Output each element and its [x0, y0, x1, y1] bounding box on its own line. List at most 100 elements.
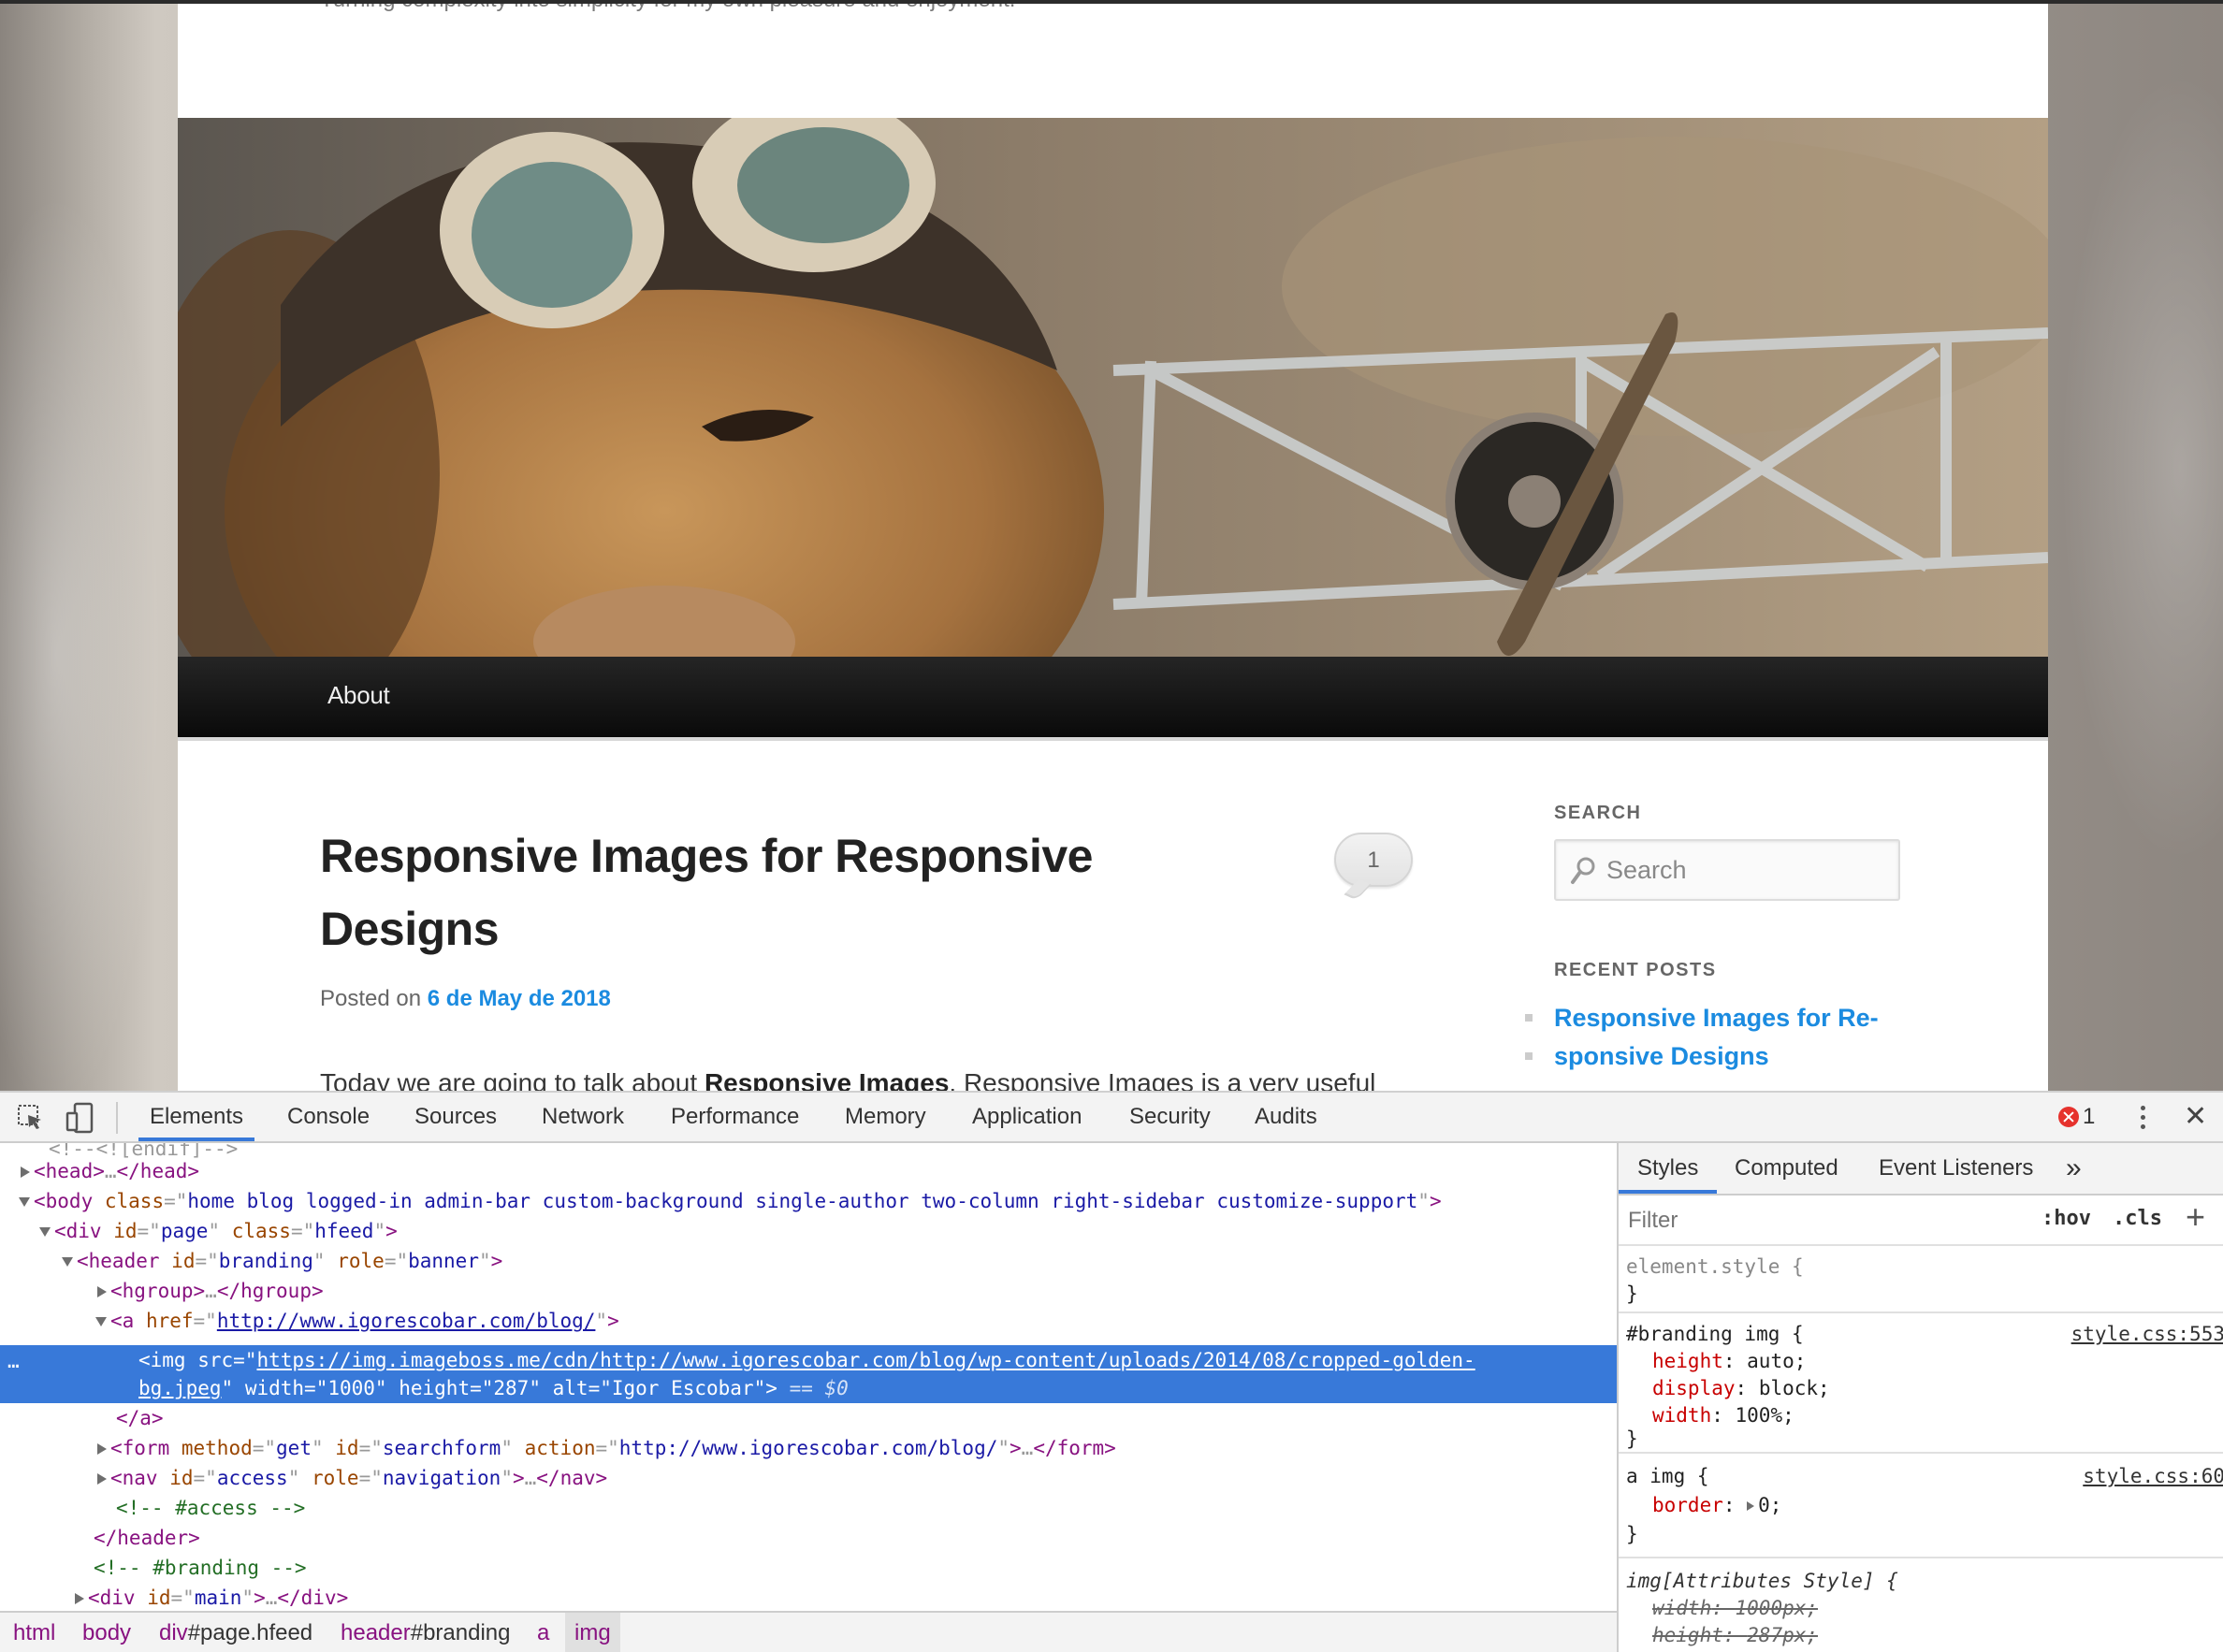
breadcrumb-header[interactable]: header#branding	[341, 1613, 511, 1652]
nav-role-value: navigation	[382, 1467, 501, 1489]
form-method-attr: method	[181, 1437, 253, 1459]
rule1-selector[interactable]: #branding img {	[1626, 1321, 1804, 1348]
collapse-body-icon[interactable]	[19, 1197, 30, 1207]
expand-main-icon[interactable]	[75, 1593, 84, 1604]
posted-on-label: Posted on	[320, 986, 422, 1011]
expand-head-icon[interactable]	[21, 1167, 30, 1178]
a-href-link[interactable]: http://www.igorescobar.com/blog/	[217, 1310, 596, 1332]
rule1-source-link[interactable]: style.css:553	[2071, 1321, 2223, 1348]
dom-node-img-selected[interactable]: … <img src="https://img.imageboss.me/cdn…	[0, 1345, 1617, 1403]
tab-styles[interactable]: Styles	[1619, 1143, 1718, 1194]
tab-memory[interactable]: Memory	[845, 1093, 926, 1141]
tab-security[interactable]: Security	[1129, 1093, 1211, 1141]
collapse-header-icon[interactable]	[62, 1257, 73, 1267]
dom-node-form[interactable]: <form method="get" id="searchform" actio…	[0, 1433, 1617, 1463]
dom-node-header-close[interactable]: </header>	[0, 1523, 1617, 1553]
class-toggle[interactable]: .cls	[2113, 1207, 2162, 1230]
expand-nav-icon[interactable]	[97, 1473, 107, 1485]
nav-close-tag: </nav>	[536, 1467, 608, 1489]
img-width-value: 1000	[327, 1377, 375, 1399]
recent-post-link-continued[interactable]: sponsive Designs	[1525, 1037, 1899, 1076]
rule2-close: }	[1626, 1523, 1638, 1545]
img-src-link-part2[interactable]: bg.jpeg	[138, 1377, 222, 1399]
expand-shorthand-icon[interactable]	[1747, 1501, 1755, 1511]
tab-event-listeners[interactable]: Event Listeners	[1879, 1143, 2033, 1194]
recent-post-link[interactable]: Responsive Images for Re-	[1525, 999, 1899, 1037]
close-devtools-icon[interactable]: ✕	[2184, 1103, 2207, 1131]
selected-node-marker: == $0	[789, 1377, 849, 1399]
tab-network[interactable]: Network	[542, 1093, 624, 1141]
more-options-icon[interactable]	[2133, 1104, 2152, 1132]
collapse-div-icon[interactable]	[39, 1227, 51, 1237]
hgroup-close-tag: </hgroup>	[216, 1280, 324, 1302]
dom-node-div-main[interactable]: <div id="main">…</div>	[0, 1583, 1617, 1611]
dom-node-a[interactable]: <a href="http://www.igorescobar.com/blog…	[0, 1306, 1617, 1336]
rule1-prop-width[interactable]: width: 100%;	[1652, 1402, 1794, 1429]
rule3-prop-width-overridden[interactable]: width: 1000px;	[1652, 1595, 1818, 1622]
expand-hgroup-icon[interactable]	[97, 1286, 107, 1297]
expand-form-icon[interactable]	[97, 1443, 107, 1455]
tab-computed[interactable]: Computed	[1735, 1143, 1838, 1194]
a-href-attr: href	[145, 1310, 194, 1332]
comments-count-bubble[interactable]: 1	[1334, 833, 1413, 887]
access-comment: <!-- #access -->	[116, 1497, 306, 1519]
rule-a-img: a img { style.css:60 border: 0; }	[1619, 1456, 2223, 1558]
dom-node-head[interactable]: <head>…</head>	[0, 1156, 1617, 1186]
dom-node-comment-branding[interactable]: <!-- #branding -->	[0, 1553, 1617, 1583]
dom-node-a-close[interactable]: </a>	[0, 1403, 1617, 1433]
prop-value: 100%;	[1735, 1404, 1794, 1427]
device-toolbar-icon[interactable]	[65, 1102, 95, 1134]
node-actions-icon[interactable]: …	[7, 1347, 20, 1375]
hover-state-toggle[interactable]: :hov	[2041, 1207, 2091, 1230]
tab-elements[interactable]: Elements	[138, 1093, 255, 1141]
inspect-element-icon[interactable]	[17, 1104, 45, 1132]
rule2-prop-border[interactable]: border: 0;	[1652, 1492, 1781, 1519]
main-tag: <div	[88, 1587, 136, 1609]
search-input[interactable]: Search	[1554, 839, 1900, 901]
breadcrumb-html[interactable]: html	[13, 1613, 55, 1652]
div-class-attr: class	[231, 1220, 291, 1242]
error-count[interactable]: 1	[2083, 1104, 2095, 1130]
post-title[interactable]: Responsive Images for Responsive Designs	[320, 819, 1199, 965]
tab-performance[interactable]: Performance	[671, 1093, 799, 1141]
breadcrumb-img[interactable]: img	[565, 1613, 620, 1652]
tab-application[interactable]: Application	[972, 1093, 1082, 1141]
add-rule-icon[interactable]: +	[2186, 1197, 2205, 1237]
dom-node-hgroup[interactable]: <hgroup>…</hgroup>	[0, 1276, 1617, 1306]
dom-node-div-page[interactable]: <div id="page" class="hfeed">	[0, 1216, 1617, 1246]
rule2-selector[interactable]: a img {	[1626, 1463, 1709, 1490]
more-tabs-icon[interactable]: »	[2066, 1143, 2082, 1194]
dom-node-nav[interactable]: <nav id="access" role="navigation">…</na…	[0, 1463, 1617, 1493]
collapse-a-icon[interactable]	[95, 1317, 107, 1326]
site-description: Turning complexity into simplicity for m…	[320, 4, 1015, 13]
nav-item-about[interactable]: About	[327, 681, 390, 710]
prop-value: block;	[1758, 1377, 1830, 1399]
breadcrumb-a[interactable]: a	[537, 1613, 549, 1652]
rule1-prop-height[interactable]: height: auto;	[1652, 1348, 1806, 1375]
rule3-prop-height-overridden[interactable]: height: 287px;	[1652, 1622, 1818, 1649]
tab-audits[interactable]: Audits	[1255, 1093, 1317, 1141]
body-attr-value: home blog logged-in admin-bar custom-bac…	[187, 1190, 1418, 1212]
error-icon[interactable]	[2058, 1107, 2079, 1127]
head-ellipsis: …	[104, 1160, 117, 1182]
breadcrumb-div-tag: div	[159, 1620, 188, 1645]
rule1-prop-display[interactable]: display: block;	[1652, 1375, 1830, 1402]
tab-console[interactable]: Console	[287, 1093, 370, 1141]
styles-filter-input[interactable]	[1628, 1203, 2021, 1239]
dom-node-header[interactable]: <header id="branding" role="banner">	[0, 1246, 1617, 1276]
dom-node-comment-access[interactable]: <!-- #access -->	[0, 1493, 1617, 1523]
rule2-source-link[interactable]: style.css:60	[2083, 1463, 2223, 1490]
tab-sources[interactable]: Sources	[414, 1093, 497, 1141]
recent-post-link-continued-text: sponsive Designs	[1554, 1042, 1769, 1070]
breadcrumb-body[interactable]: body	[82, 1613, 131, 1652]
element-style-selector[interactable]: element.style {	[1626, 1253, 1804, 1281]
rule3-selector[interactable]: img[Attributes Style] {	[1626, 1568, 1898, 1595]
breadcrumb-div-page[interactable]: div#page.hfeed	[159, 1613, 312, 1652]
header-image[interactable]	[178, 118, 2048, 657]
post-date-link[interactable]: 6 de May de 2018	[428, 986, 611, 1011]
img-alt-attr: alt	[552, 1377, 588, 1399]
img-src-link-part1[interactable]: https://img.imageboss.me/cdn/http://www.…	[256, 1349, 1475, 1371]
dom-node-body[interactable]: <body class="home blog logged-in admin-b…	[0, 1186, 1617, 1216]
prop-name: height	[1652, 1350, 1723, 1372]
dom-breadcrumb: html body div#page.hfeed header#branding…	[0, 1611, 1617, 1652]
